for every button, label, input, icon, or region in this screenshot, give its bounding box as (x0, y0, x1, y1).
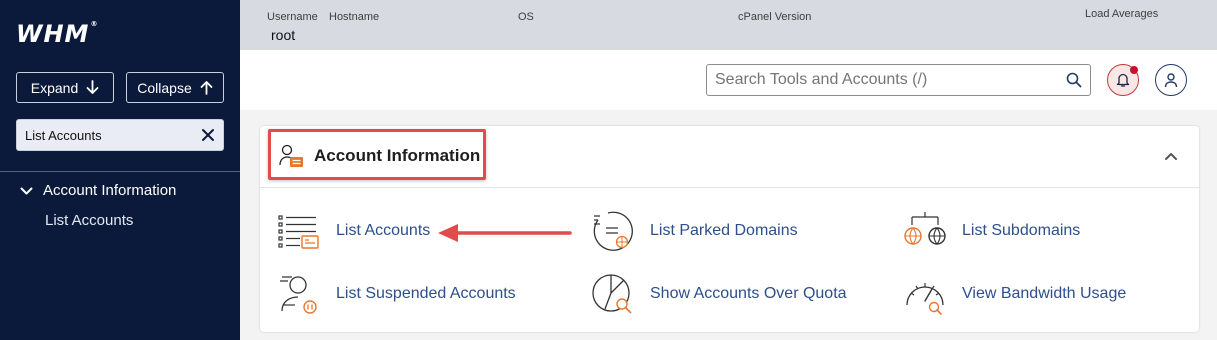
os-label: OS (518, 11, 534, 23)
chevron-up-icon[interactable] (1164, 151, 1178, 161)
tool-view-bandwidth-usage[interactable]: View Bandwidth Usage (902, 271, 1126, 317)
tool-show-accounts-over-quota[interactable]: Show Accounts Over Quota (590, 271, 847, 317)
user-icon (1164, 73, 1178, 88)
expand-button[interactable]: Expand (16, 72, 114, 103)
sidebar-divider (0, 171, 240, 172)
search-input[interactable] (715, 71, 1066, 89)
tool-label: List Subdomains (962, 222, 1081, 239)
sidebar-category-account-information[interactable]: Account Information (20, 182, 176, 199)
chevron-down-icon (20, 187, 33, 194)
account-information-panel: Account Information List Accounts List P… (260, 126, 1199, 332)
search-row (240, 50, 1217, 110)
sidebar-filter (16, 119, 224, 151)
tool-list-parked-domains[interactable]: List Parked Domains (590, 208, 798, 254)
account-information-icon (279, 144, 303, 167)
tool-label: View Bandwidth Usage (962, 285, 1127, 302)
sidebar: WHM® Expand Collapse Account Information… (0, 0, 240, 340)
bandwidth-icon (906, 283, 944, 315)
search-icon[interactable] (1066, 72, 1082, 88)
panel-title: Account Information (314, 146, 481, 165)
notification-dot (1130, 66, 1138, 74)
sidebar-category-label: Account Information (43, 182, 177, 199)
tool-label: List Accounts (336, 222, 431, 239)
collapse-button[interactable]: Collapse (126, 72, 224, 103)
bell-icon (1116, 73, 1130, 87)
panel-header[interactable]: Account Information (260, 126, 1199, 188)
expand-label: Expand (30, 79, 79, 96)
list-accounts-icon (278, 215, 319, 249)
user-menu-button[interactable] (1155, 64, 1187, 96)
search-box (706, 64, 1091, 96)
over-quota-icon (592, 274, 632, 314)
arrow-down-icon (86, 80, 99, 94)
cpanel-version-label: cPanel Version (738, 11, 812, 23)
tool-label: Show Accounts Over Quota (650, 285, 847, 302)
hostname-label: Hostname (329, 11, 380, 23)
collapse-label: Collapse (137, 79, 192, 96)
suspended-accounts-icon (280, 276, 317, 314)
arrow-up-icon (200, 81, 213, 95)
tool-label: List Suspended Accounts (336, 285, 516, 302)
annotation-arrow (438, 224, 572, 242)
close-icon[interactable] (201, 128, 215, 142)
sidebar-filter-input[interactable] (25, 127, 201, 143)
tool-list-accounts[interactable]: List Accounts (276, 208, 430, 254)
whm-logo[interactable]: WHM® (16, 20, 98, 48)
subdomains-icon (904, 212, 946, 245)
username-value: root (271, 27, 296, 43)
parked-domains-icon (593, 211, 633, 251)
username-label: Username (267, 11, 318, 23)
notifications-button[interactable] (1107, 64, 1139, 96)
server-info-bar: Username root Hostname OS cPanel Version… (240, 0, 1217, 50)
sidebar-item-list-accounts[interactable]: List Accounts (45, 212, 133, 229)
tool-list-subdomains[interactable]: List Subdomains (902, 208, 1080, 254)
panel-title-group: Account Information (278, 143, 480, 169)
tool-list-suspended-accounts[interactable]: List Suspended Accounts (276, 271, 516, 317)
tool-label: List Parked Domains (650, 222, 798, 239)
load-averages-label: Load Averages (1085, 8, 1159, 20)
